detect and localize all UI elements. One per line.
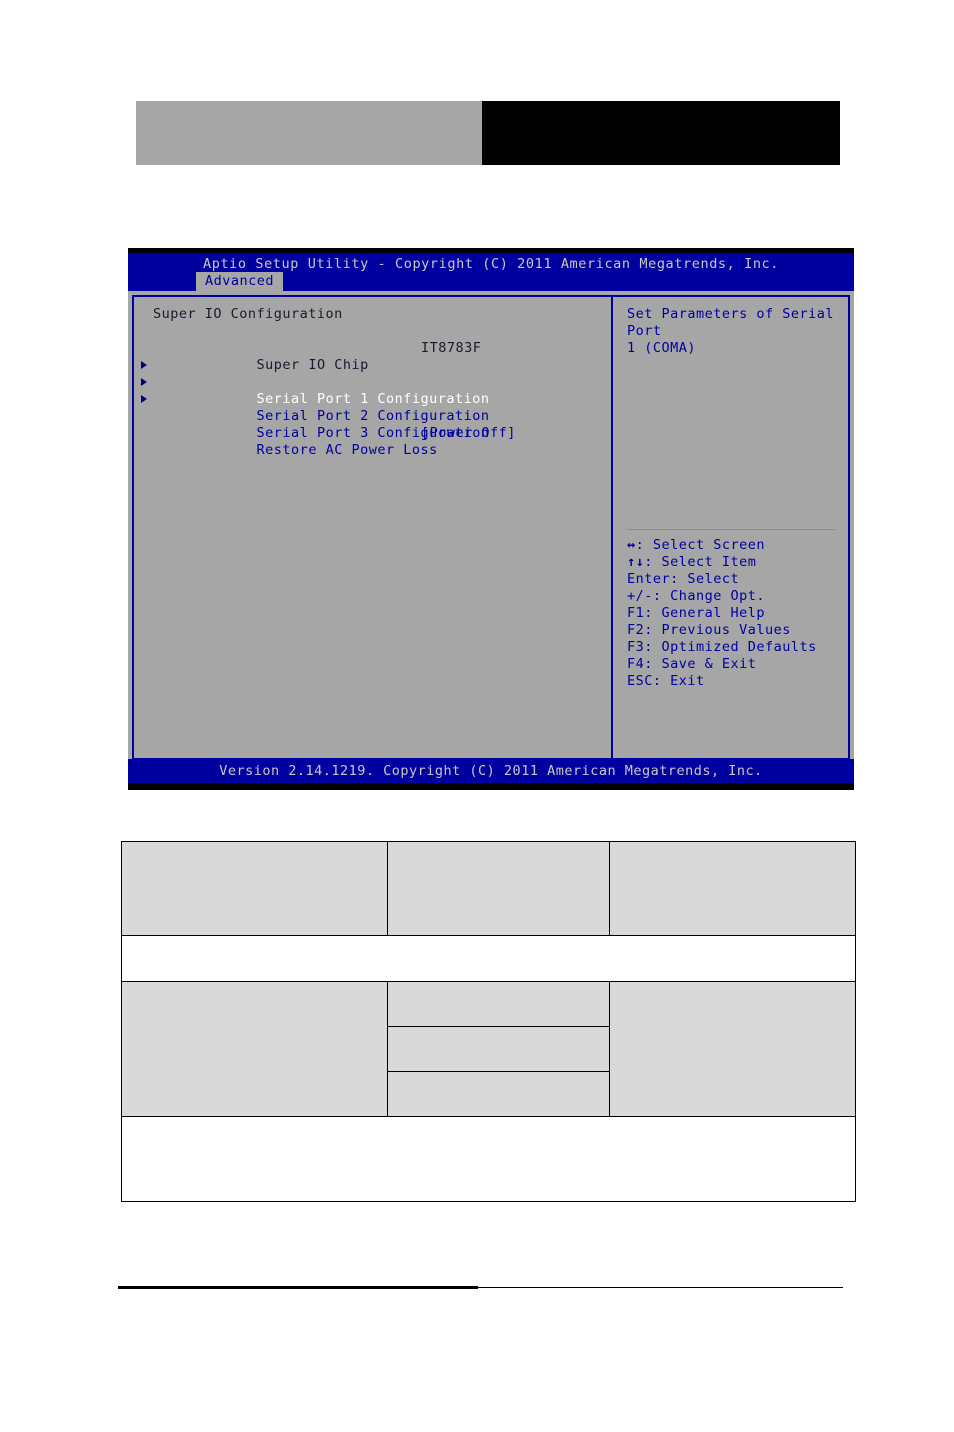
tab-advanced[interactable]: Advanced <box>196 272 284 291</box>
hotkey-text: : Select Screen <box>635 537 766 553</box>
hotkey-select-screen: ↔: Select Screen <box>627 537 841 554</box>
table-cell <box>121 841 388 936</box>
header-block-gray <box>136 101 482 165</box>
bios-title-bar: Aptio Setup Utility - Copyright (C) 2011… <box>128 253 854 291</box>
bios-footer-text: Version 2.14.1219. Copyright (C) 2011 Am… <box>219 763 763 779</box>
menu-item-serial-port-2[interactable]: Serial Port 2 Configuration <box>141 374 611 424</box>
setting-row-super-io-chip: Super IO Chip IT8783F <box>153 340 611 373</box>
table-row <box>121 981 856 1117</box>
hotkey-enter-select: Enter: Select <box>627 571 740 587</box>
bios-hotkey-legend: ↔: Select Screen ↑↓: Select Item Enter: … <box>627 529 841 690</box>
footer-rule-thin <box>478 1287 843 1288</box>
table-cell-spanning <box>121 935 856 982</box>
table-cell-spanning <box>121 1116 856 1202</box>
hotkey-general-help: F1: General Help <box>627 605 766 621</box>
nested-table-row <box>388 1026 609 1072</box>
setting-row-restore-ac-power-loss[interactable]: Restore AC Power Loss [Power Off] <box>153 425 611 458</box>
up-down-arrow-icon: ↑↓ <box>627 554 645 570</box>
bios-setup-screen: Aptio Setup Utility - Copyright (C) 2011… <box>128 248 854 790</box>
bios-body: Super IO Configuration Super IO Chip IT8… <box>128 291 854 764</box>
table-row <box>121 1116 856 1202</box>
help-text-line-2: 1 (COMA) <box>627 340 697 356</box>
table-cell <box>387 841 610 936</box>
bios-help-panel: Set Parameters of Serial Port 1 (COMA) ↔… <box>613 297 848 758</box>
hotkey-change-opt: +/-: Change Opt. <box>627 588 766 604</box>
submenu-arrow-icon <box>141 395 147 403</box>
help-text-line-1: Set Parameters of Serial Port <box>627 306 835 339</box>
bios-footer-bar: Version 2.14.1219. Copyright (C) 2011 Am… <box>128 759 854 783</box>
hotkey-select-item: ↑↓: Select Item <box>627 554 841 571</box>
hotkey-previous-values: F2: Previous Values <box>627 622 791 638</box>
hotkey-separator <box>627 529 835 530</box>
menu-item-serial-port-3[interactable]: Serial Port 3 Configuration <box>141 391 611 441</box>
table-row <box>121 841 856 936</box>
nested-table-cell <box>388 982 609 1027</box>
header-block-black <box>482 101 840 165</box>
page-footer-rule <box>118 1286 843 1289</box>
hotkey-text: : Select Item <box>644 554 757 570</box>
table-cell-nested <box>387 981 610 1117</box>
left-right-arrow-icon: ↔ <box>627 537 636 553</box>
hotkey-optimized-defaults: F3: Optimized Defaults <box>627 639 817 655</box>
document-header-banner <box>136 101 840 165</box>
table-cell <box>609 981 856 1117</box>
setting-value[interactable]: [Power Off] <box>421 425 516 442</box>
bios-title-text: Aptio Setup Utility - Copyright (C) 2011… <box>202 256 780 272</box>
bios-tab-row: Advanced <box>128 272 854 291</box>
section-heading: Super IO Configuration <box>153 306 343 322</box>
setting-value: IT8783F <box>421 340 482 356</box>
bios-panels: Super IO Configuration Super IO Chip IT8… <box>132 295 850 760</box>
setting-label: Restore AC Power Loss <box>256 442 438 458</box>
nested-table-cell <box>388 1026 609 1072</box>
menu-item-serial-port-1[interactable]: Serial Port 1 Configuration <box>141 357 611 407</box>
bios-settings-panel: Super IO Configuration Super IO Chip IT8… <box>134 297 613 758</box>
table-row <box>121 935 856 982</box>
nested-table <box>388 982 609 1116</box>
hotkey-save-and-exit: F4: Save & Exit <box>627 656 757 672</box>
bios-screen-inner: Aptio Setup Utility - Copyright (C) 2011… <box>128 253 854 783</box>
submenu-arrow-icon <box>141 361 147 369</box>
submenu-arrow-icon <box>141 378 147 386</box>
table-cell <box>121 981 388 1117</box>
nested-table-row <box>388 1071 609 1116</box>
nested-table-row <box>388 982 609 1027</box>
footer-rule-thick <box>118 1286 478 1289</box>
specification-table <box>121 841 856 1202</box>
nested-table-cell <box>388 1071 609 1116</box>
hotkey-esc-exit: ESC: Exit <box>627 673 705 689</box>
table-cell <box>609 841 856 936</box>
